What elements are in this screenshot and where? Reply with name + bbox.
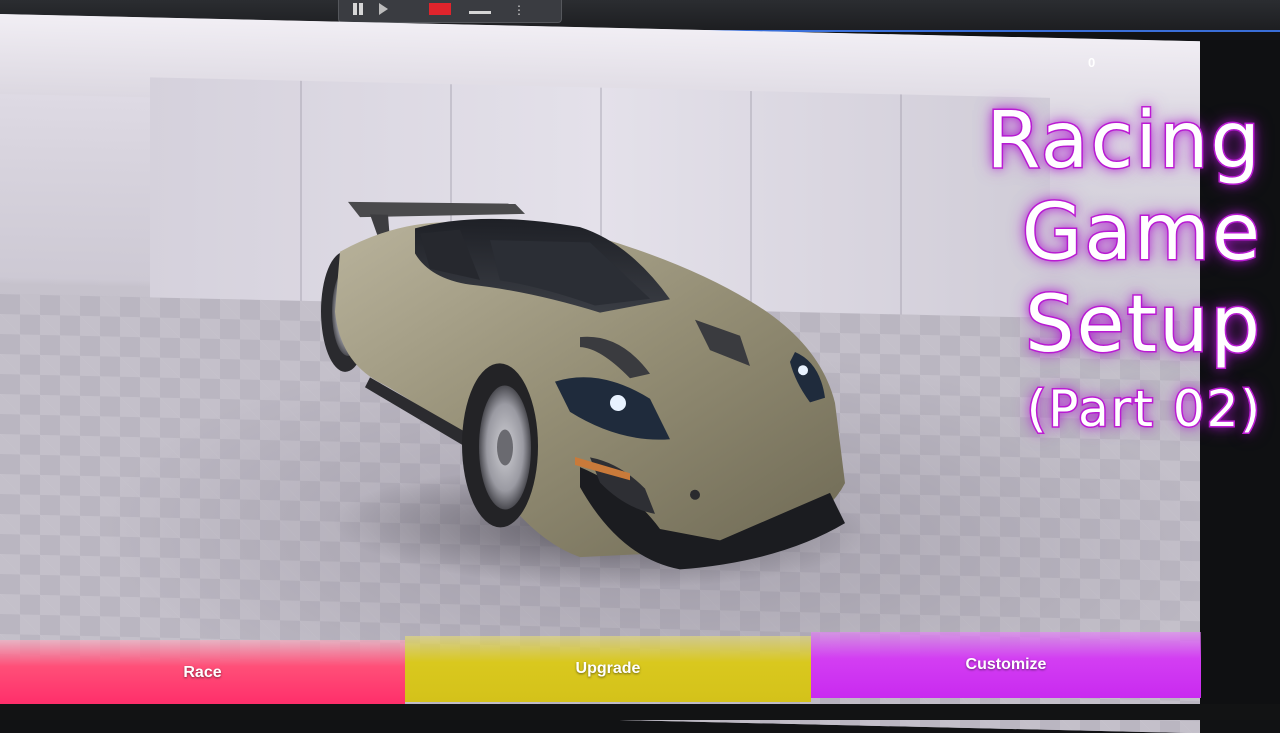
upgrade-button[interactable]: Upgrade bbox=[405, 636, 811, 702]
sports-car bbox=[321, 201, 845, 570]
eject-icon[interactable] bbox=[469, 3, 491, 17]
title-line-3: Setup bbox=[1023, 279, 1262, 372]
customize-button[interactable]: Customize bbox=[811, 632, 1201, 698]
viewport-bottom-border bbox=[0, 704, 1280, 720]
title-line-2: Game bbox=[1020, 187, 1262, 280]
race-button-label: Race bbox=[183, 664, 222, 681]
pause-icon[interactable] bbox=[351, 3, 365, 17]
more-icon[interactable]: ⋮ bbox=[513, 3, 525, 17]
video-title: Racing Game Setup (Part 02) bbox=[902, 95, 1262, 440]
play-controls: ⋮ bbox=[338, 0, 562, 23]
race-button[interactable]: Race bbox=[0, 640, 405, 706]
title-line-1: Racing bbox=[985, 95, 1262, 188]
customize-button-label: Customize bbox=[965, 656, 1047, 673]
stop-icon[interactable] bbox=[429, 3, 451, 15]
title-subtitle: (Part 02) bbox=[1025, 379, 1262, 440]
upgrade-button-label: Upgrade bbox=[575, 660, 641, 677]
score-counter: 0 bbox=[1088, 55, 1096, 70]
step-icon[interactable] bbox=[379, 3, 393, 17]
